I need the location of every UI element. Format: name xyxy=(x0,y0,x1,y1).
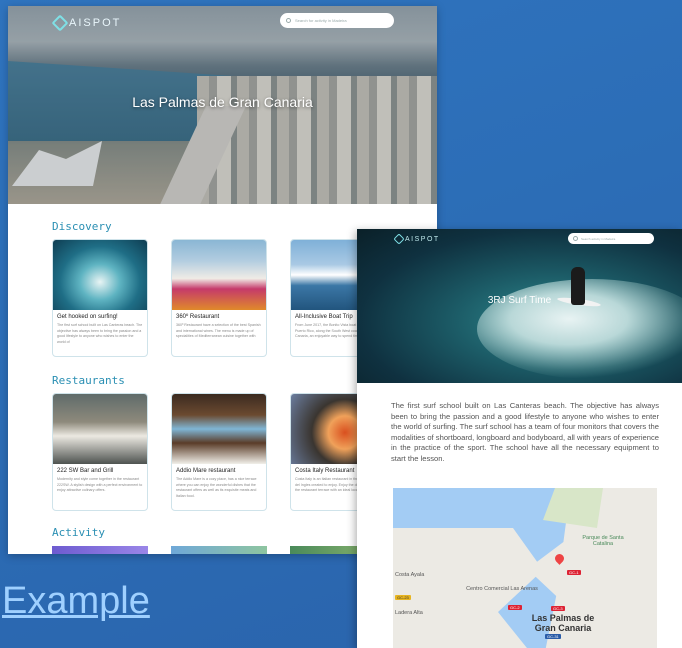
search-input[interactable]: Search for activity in Madeira xyxy=(280,13,394,28)
card-title: Get hooked on surfing! xyxy=(57,314,118,320)
card-description: 360º Restaurant have a selection of the … xyxy=(176,323,261,338)
logo-icon xyxy=(51,14,69,32)
section-title-restaurants: Restaurants xyxy=(52,374,125,387)
section-title-activity: Activity xyxy=(52,526,105,539)
card-addio-mare[interactable]: Addio Mare restaurant The Addio Mare is … xyxy=(171,393,267,511)
hero-title: Las Palmas de Gran Canaria xyxy=(132,94,313,110)
road-shield: GC-23 xyxy=(395,595,411,600)
search-placeholder: Search for activity in Madeira xyxy=(295,18,347,23)
activity-description: The first surf school built on Las Cante… xyxy=(391,401,659,463)
map-city-line2: Gran Canaria xyxy=(534,623,592,633)
road-shield: GC-31 xyxy=(545,634,561,639)
section-title-discovery: Discovery xyxy=(52,220,112,233)
card-image xyxy=(172,240,266,310)
surf-hero-image: AISPOT Search activity in Madeira 3RJ Su… xyxy=(357,229,682,383)
card-image xyxy=(53,240,147,310)
card-description: Modernity and style come together in the… xyxy=(57,477,143,492)
road-shield: GC-2 xyxy=(508,605,522,610)
card-222sw[interactable]: 222 SW Bar and Grill Modernity and style… xyxy=(52,393,148,511)
card-360-restaurant[interactable]: 360º Restaurant 360º Restaurant have a s… xyxy=(171,239,267,357)
card-description: The Addio Mare is a cozy place, has a ni… xyxy=(176,477,257,498)
card-image xyxy=(172,394,266,464)
road-shield: GC-3 xyxy=(551,606,565,611)
map-label-centro: Centro Comercial Las Arenas xyxy=(466,586,538,592)
card-title: Addio Mare restaurant xyxy=(176,468,236,474)
location-map[interactable]: Parque de Santa Catalina Costa Ayala Cen… xyxy=(393,488,657,648)
brand-logo[interactable]: AISPOT xyxy=(51,14,122,32)
brand-logo[interactable]: AISPOT xyxy=(393,233,440,245)
map-city-line1: Las Palmas de xyxy=(531,613,595,623)
brand-name: AISPOT xyxy=(69,17,122,29)
map-city-label: Las Palmas de Gran Canaria xyxy=(513,613,613,633)
card-image xyxy=(53,394,147,464)
card-title: 360º Restaurant xyxy=(176,314,220,320)
brand-name: AISPOT xyxy=(405,235,440,243)
detail-window: AISPOT Search activity in Madeira 3RJ Su… xyxy=(357,229,682,648)
search-icon xyxy=(573,236,578,241)
hero-title: 3RJ Surf Time xyxy=(487,295,552,306)
map-label-costa-ayala: Costa Ayala xyxy=(395,572,425,578)
card-image[interactable] xyxy=(171,546,267,554)
map-label-ladera: Ladera Alta xyxy=(395,610,423,616)
search-icon xyxy=(286,18,291,23)
card-title: 222 SW Bar and Grill xyxy=(57,468,114,474)
card-description: The first surf school built on Las Cante… xyxy=(57,323,143,344)
road-shield: GC-1 xyxy=(567,570,581,575)
card-surfing[interactable]: Get hooked on surfing! The first surf sc… xyxy=(52,239,148,357)
search-placeholder: Search activity in Madeira xyxy=(581,236,616,241)
city-hero-image: AISPOT Search for activity in Madeira La… xyxy=(8,6,437,204)
card-image[interactable] xyxy=(52,546,148,554)
search-input[interactable]: Search activity in Madeira xyxy=(568,233,654,244)
example-link[interactable]: Example xyxy=(2,580,150,623)
logo-icon xyxy=(393,233,405,245)
map-label-park: Parque de Santa Catalina xyxy=(582,535,624,547)
